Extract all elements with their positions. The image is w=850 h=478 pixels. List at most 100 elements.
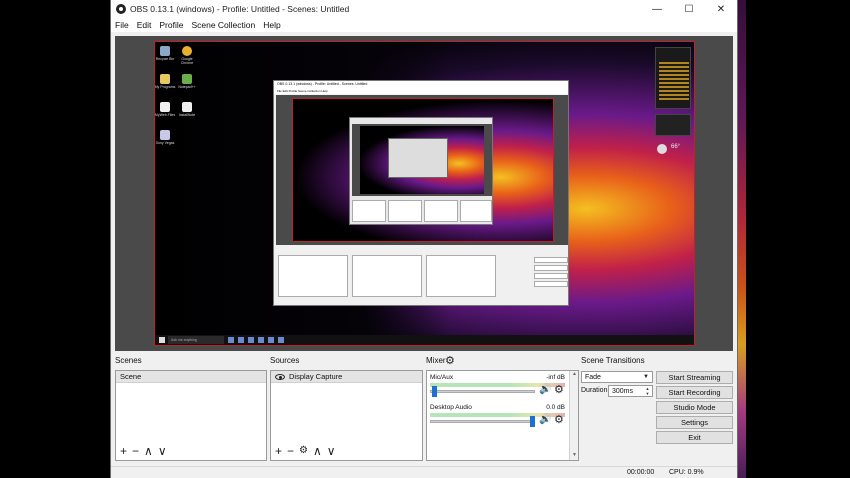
obs-logo-icon	[116, 4, 126, 14]
desktop-background-right	[738, 0, 850, 478]
window-title: OBS 0.13.1 (windows) - Profile: Untitled…	[130, 4, 350, 14]
move-source-down-button[interactable]: ∨	[327, 445, 336, 457]
chevron-down-icon: ▼	[643, 374, 649, 380]
scenes-label: Scenes	[115, 356, 142, 365]
mic-aux-gear-icon[interactable]: ⚙	[554, 383, 564, 396]
taskbar-search: Ask me anything	[168, 336, 224, 344]
moon-icon	[657, 144, 667, 154]
system-monitor-widget	[655, 47, 691, 109]
minimize-button[interactable]: —	[641, 0, 673, 18]
close-button[interactable]: ✕	[705, 0, 737, 18]
desktop-icon-label: Sony Vegas	[155, 141, 175, 145]
scroll-up-icon[interactable]: ▲	[570, 371, 579, 379]
folder-icon	[160, 74, 170, 84]
notepad-icon	[182, 74, 192, 84]
mixer-scrollbar[interactable]: ▲ ▼	[569, 371, 578, 460]
menu-profile[interactable]: Profile	[159, 20, 183, 30]
taskbar-app-icon	[238, 337, 244, 343]
taskbar-app-icon	[268, 337, 274, 343]
start-streaming-button[interactable]: Start Streaming	[656, 371, 733, 384]
source-settings-button[interactable]: ⚙	[299, 445, 308, 457]
studio-mode-button[interactable]: Studio Mode	[656, 401, 733, 414]
nested-menu: File Edit Profile Scene Collection Help	[274, 88, 568, 94]
wallpaper-strip	[738, 0, 746, 478]
transition-selected: Fade	[585, 374, 601, 381]
weather-widget: 66°	[655, 140, 691, 164]
mic-aux-volume-knob[interactable]	[432, 386, 437, 397]
desktop-audio-gear-icon[interactable]: ⚙	[554, 413, 564, 426]
remove-scene-button[interactable]: −	[132, 445, 139, 457]
desktop-audio-volume-knob[interactable]	[530, 416, 535, 427]
menu-help[interactable]: Help	[263, 20, 280, 30]
sources-toolbar: + − ⚙ ∧ ∨	[271, 442, 422, 460]
exit-button[interactable]: Exit	[656, 431, 733, 444]
desktop-icon-label: My Programs	[154, 85, 176, 89]
desktop-audio-db: 0.0 dB	[546, 404, 565, 411]
windows-start-icon	[159, 337, 165, 343]
file-icon	[182, 102, 192, 112]
start-recording-button[interactable]: Start Recording	[656, 386, 733, 399]
mixer-settings-gear-icon[interactable]: ⚙	[445, 354, 455, 367]
duration-value: 300ms	[612, 388, 634, 395]
desktop-background-left	[0, 0, 110, 478]
window-controls: — ☐ ✕	[641, 0, 737, 18]
sources-panel: Display Capture + − ⚙ ∧ ∨	[270, 370, 423, 461]
desktop-taskbar: Ask me anything	[155, 335, 694, 345]
menu-scene-collection[interactable]: Scene Collection	[191, 20, 255, 30]
settings-button[interactable]: Settings	[656, 416, 733, 429]
taskbar-app-icon	[258, 337, 264, 343]
move-scene-down-button[interactable]: ∨	[158, 445, 167, 457]
preview-canvas[interactable]: Recycle Bin Google Chrome My Programs No…	[115, 36, 733, 351]
vegas-icon	[160, 130, 170, 140]
desktop-icon-label: MyWeb Files	[154, 113, 176, 117]
obs-window: OBS 0.13.1 (windows) - Profile: Untitled…	[110, 0, 738, 478]
menu-file[interactable]: File	[115, 20, 129, 30]
mic-aux-db: -inf dB	[546, 374, 565, 381]
maximize-button[interactable]: ☐	[673, 0, 705, 18]
desktop-audio-volume-slider[interactable]	[430, 420, 535, 423]
recycle-bin-icon	[160, 46, 170, 56]
scroll-down-icon[interactable]: ▼	[570, 452, 579, 460]
duration-label: Duration	[581, 387, 608, 394]
scene-transitions-label: Scene Transitions	[581, 356, 645, 365]
source-item-label: Display Capture	[289, 372, 343, 381]
move-scene-up-button[interactable]: ∧	[144, 445, 153, 457]
mic-aux-label: Mic/Aux	[430, 374, 454, 381]
transition-select[interactable]: Fade ▼	[581, 371, 653, 383]
status-bar: 00:00:00 CPU: 0.9%	[111, 466, 737, 478]
visibility-eye-icon[interactable]	[275, 374, 285, 381]
nested-title: OBS 0.13.1 (windows) - Profile: Untitled…	[274, 81, 568, 88]
taskbar-app-icon	[278, 337, 284, 343]
mixer-panel: Mic/Aux -inf dB 🔊 ⚙ Desktop Audio 0.0 dB…	[426, 370, 579, 461]
nested-obs-window-2	[349, 117, 493, 225]
desktop-icon-label: Google Chrome	[180, 57, 194, 65]
desktop-audio-label: Desktop Audio	[430, 404, 472, 411]
menu-edit[interactable]: Edit	[137, 20, 152, 30]
desktop-icon-label: InstallNote	[178, 113, 196, 117]
weather-temp: 66°	[671, 144, 681, 150]
mic-aux-volume-slider[interactable]	[430, 390, 535, 393]
clock-widget	[655, 114, 691, 136]
mic-aux-speaker-icon[interactable]: 🔊	[539, 384, 551, 395]
move-source-up-button[interactable]: ∧	[313, 445, 322, 457]
scenes-toolbar: + − ∧ ∨	[116, 442, 266, 460]
captured-desktop: Recycle Bin Google Chrome My Programs No…	[154, 41, 695, 346]
add-source-button[interactable]: +	[275, 445, 282, 457]
taskbar-app-icon	[248, 337, 254, 343]
dock-area: Scenes Scene + − ∧ ∨ Sources Display Cap…	[111, 354, 737, 466]
add-scene-button[interactable]: +	[120, 445, 127, 457]
spin-arrows-icon[interactable]: ▲ ▼	[644, 386, 651, 396]
duration-spinbox[interactable]: 300ms ▲ ▼	[608, 385, 653, 397]
session-time: 00:00:00	[627, 469, 655, 476]
cpu-usage: CPU: 0.9%	[669, 469, 704, 476]
scene-item[interactable]: Scene	[116, 371, 266, 383]
remove-source-button[interactable]: −	[287, 445, 294, 457]
source-item[interactable]: Display Capture	[271, 371, 422, 383]
menu-bar: File Edit Profile Scene Collection Help	[111, 18, 737, 32]
desktop-icon-label: Recycle Bin	[155, 57, 175, 61]
nested-obs-window: OBS 0.13.1 (windows) - Profile: Untitled…	[273, 80, 569, 306]
file-icon	[160, 102, 170, 112]
chrome-icon	[182, 46, 192, 56]
desktop-audio-speaker-icon[interactable]: 🔊	[539, 414, 551, 425]
title-bar[interactable]: OBS 0.13.1 (windows) - Profile: Untitled…	[111, 0, 737, 18]
